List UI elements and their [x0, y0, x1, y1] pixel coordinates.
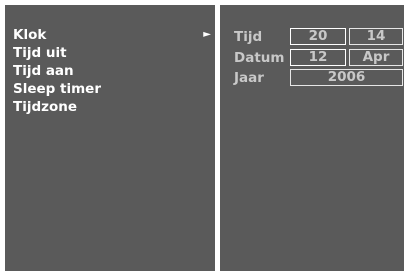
hour-field[interactable]: 20 — [290, 28, 346, 45]
menu-item-tijd-uit[interactable]: Tijd uit — [5, 44, 215, 62]
settings-panel: Tijd 20 14 Datum 12 Apr Jaar 2006 — [220, 5, 404, 271]
year-field[interactable]: 2006 — [290, 69, 403, 86]
menu-item-klok[interactable]: Klok ► — [5, 26, 215, 44]
menu-item-label: Tijd aan — [13, 63, 74, 79]
year-row: Jaar 2006 — [220, 69, 404, 87]
menu-item-label: Tijdzone — [13, 99, 78, 115]
menu-item-tijdzone[interactable]: Tijdzone — [5, 98, 215, 116]
time-label: Tijd — [234, 29, 263, 45]
time-row: Tijd 20 14 — [220, 28, 404, 46]
date-label: Datum — [234, 50, 285, 66]
month-field[interactable]: Apr — [349, 49, 403, 66]
menu-item-label: Tijd uit — [13, 45, 67, 61]
year-label: Jaar — [234, 70, 264, 86]
menu-item-sleep-timer[interactable]: Sleep timer — [5, 80, 215, 98]
day-field[interactable]: 12 — [290, 49, 346, 66]
minute-field[interactable]: 14 — [349, 28, 403, 45]
arrow-right-icon: ► — [203, 29, 211, 40]
menu-panel: Klok ► Tijd uit Tijd aan Sleep timer Tij… — [5, 5, 215, 271]
date-row: Datum 12 Apr — [220, 49, 404, 67]
menu-item-label: Sleep timer — [13, 81, 101, 97]
menu-list: Klok ► Tijd uit Tijd aan Sleep timer Tij… — [5, 26, 215, 116]
menu-item-tijd-aan[interactable]: Tijd aan — [5, 62, 215, 80]
menu-item-label: Klok — [13, 27, 47, 43]
osd-menu: Klok ► Tijd uit Tijd aan Sleep timer Tij… — [5, 5, 404, 271]
